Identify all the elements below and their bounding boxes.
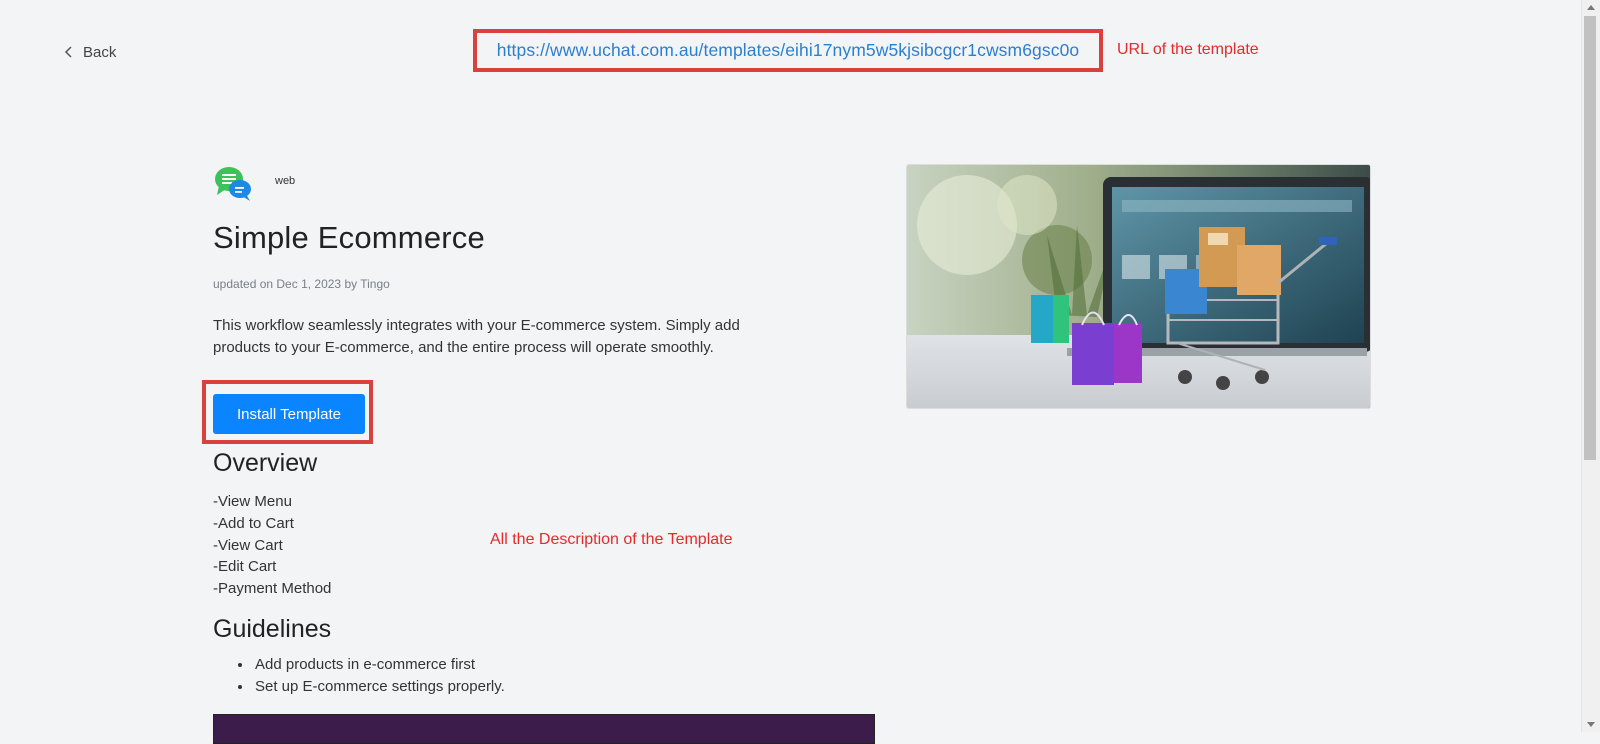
vertical-scrollbar[interactable] [1581,0,1600,732]
back-button[interactable]: Back [64,41,116,63]
guideline-item: Add products in e-commerce first [253,654,505,676]
guideline-item: Set up E-commerce settings properly. [253,676,505,698]
scrollbar-thumb[interactable] [1584,16,1596,460]
overview-item: -Edit Cart [213,558,277,576]
template-preview-image [213,714,875,744]
install-highlight: Install Template [202,380,373,444]
overview-item: -View Cart [213,536,283,554]
scroll-up-icon[interactable] [1587,5,1595,10]
template-url-highlight: https://www.uchat.com.au/templates/eihi1… [473,29,1103,72]
template-brand: web [213,164,873,202]
template-hero-image [906,164,1371,409]
platform-label: web [275,175,296,187]
url-annotation: URL of the template [1117,41,1259,58]
template-title: Simple Ecommerce [213,220,485,255]
guidelines-heading: Guidelines [213,615,332,643]
guidelines-list: Add products in e-commerce first Set up … [233,654,505,698]
chevron-left-icon [64,46,72,58]
overview-item: -Payment Method [213,580,332,598]
template-url-link[interactable]: https://www.uchat.com.au/templates/eihi1… [497,40,1080,61]
install-template-button[interactable]: Install Template [213,394,365,434]
overview-heading: Overview [213,449,318,477]
overview-item: -View Menu [213,493,292,510]
overview-item: -Add to Cart [213,514,294,532]
description-annotation: All the Description of the Template [490,531,733,548]
scroll-down-icon[interactable] [1587,722,1595,727]
back-label: Back [83,43,117,61]
chat-bubbles-icon [215,167,251,201]
template-meta: updated on Dec 1, 2023 by Tingo [213,277,390,291]
template-details: web Simple Ecommerce updated on Dec 1, 2… [202,164,875,744]
template-description: This workflow seamlessly integrates with… [213,317,740,356]
overview-list: -View Menu -Add to Cart -View Cart -Edit… [213,491,331,600]
